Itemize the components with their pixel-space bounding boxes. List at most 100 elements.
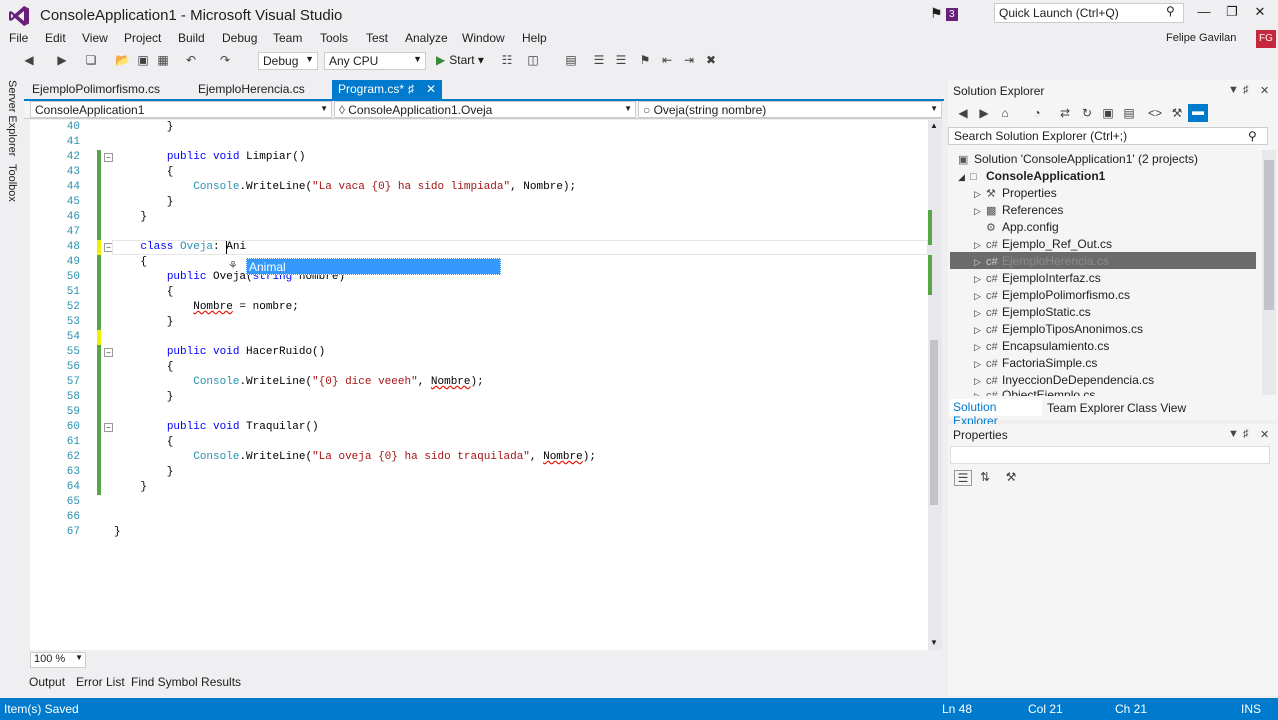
pane-options-icon[interactable]: ▼ — [1228, 84, 1239, 96]
tab-solution-explorer[interactable]: Solution Explorer — [950, 399, 1042, 428]
collapsed-arrow-icon[interactable]: ▷ — [974, 288, 986, 305]
bookmark-icon[interactable]: ⚑ — [638, 53, 652, 67]
tree-item-file[interactable]: ▷ c# ObjectEjemplo.cs — [974, 387, 1095, 396]
tree-item-file[interactable]: ▷ c# EjemploTiposAnonimos.cs — [974, 321, 1143, 338]
collapsed-arrow-icon[interactable]: ▷ — [974, 237, 986, 254]
menu-build[interactable]: Build — [178, 31, 205, 45]
tree-item-properties[interactable]: ▷ ⚒ Properties — [974, 185, 1057, 202]
menu-file[interactable]: File — [9, 31, 28, 45]
tree-item-file[interactable]: ▷ c# EjemploInterfaz.cs — [974, 270, 1101, 287]
tab-program-cs[interactable]: Program.cs* ♯ ✕ — [332, 80, 442, 99]
property-pages-icon[interactable]: ⚒ — [1004, 470, 1018, 484]
tree-project[interactable]: ◢ □ ConsoleApplication1 — [958, 168, 1105, 185]
collapsed-arrow-icon[interactable]: ▷ — [974, 322, 986, 339]
navigate-forward-icon[interactable]: ▶ — [55, 53, 69, 67]
tab-ejemplo-polimorfismo[interactable]: EjemploPolimorfismo.cs — [32, 82, 160, 96]
tree-item-file[interactable]: ▷ c# EjemploPolimorfismo.cs — [974, 287, 1130, 304]
tree-item-references[interactable]: ▷ ▩ References — [974, 202, 1063, 219]
notification-count-badge[interactable]: 3 — [946, 8, 958, 21]
properties-wrench-icon[interactable]: ⚒ — [1170, 106, 1184, 120]
zoom-level-select[interactable]: 100 % ▼ — [30, 652, 86, 668]
maximize-button[interactable]: ❐ — [1220, 4, 1244, 22]
clear-bookmarks-icon[interactable]: ✖ — [704, 53, 718, 67]
pending-changes-icon[interactable]: ◔ — [1030, 106, 1044, 120]
compare-icon[interactable]: ▤ — [564, 53, 578, 67]
close-pane-icon[interactable]: ✕ — [1260, 84, 1269, 97]
sync-icon[interactable]: ⇄ — [1058, 106, 1072, 120]
navigate-back-icon[interactable]: ◀ — [22, 53, 36, 67]
platform-select[interactable]: Any CPU ▼ — [324, 52, 426, 70]
menu-team[interactable]: Team — [273, 31, 302, 45]
intellisense-suggestion[interactable]: Animal — [246, 258, 501, 275]
collapsed-arrow-icon[interactable]: ▷ — [974, 186, 986, 203]
new-project-icon[interactable]: ❏ — [84, 53, 98, 67]
tree-item-file-selected[interactable]: ▷ c# EjemploHerencia.cs — [974, 253, 1109, 270]
server-explorer-tab[interactable]: Server Explorer — [6, 80, 18, 156]
tree-item-app-config[interactable]: ⚙ App.config — [974, 219, 1059, 236]
expanded-arrow-icon[interactable]: ◢ — [958, 169, 970, 186]
user-avatar[interactable]: FG — [1256, 30, 1276, 48]
menu-tools[interactable]: Tools — [320, 31, 348, 45]
save-all-icon[interactable]: ▦ — [156, 53, 170, 67]
tab-team-explorer[interactable]: Team Explorer — [1047, 401, 1124, 415]
uncomment-lines-icon[interactable]: ☰ — [614, 53, 628, 67]
tree-item-file[interactable]: ▷ c# Ejemplo_Ref_Out.cs — [974, 236, 1112, 253]
undo-icon[interactable]: ↶ — [184, 53, 198, 67]
forward-icon[interactable]: ▶ — [977, 106, 991, 120]
next-bookmark-icon[interactable]: ⇥ — [682, 53, 696, 67]
pin-icon[interactable]: ♯ — [1243, 428, 1249, 440]
redo-icon[interactable]: ↷ — [218, 53, 232, 67]
scroll-down-icon[interactable]: ▼ — [930, 638, 938, 647]
configuration-select[interactable]: Debug ▼ — [258, 52, 318, 70]
close-pane-icon[interactable]: ✕ — [1260, 428, 1269, 441]
pane-options-icon[interactable]: ▼ — [1228, 428, 1239, 440]
collapsed-arrow-icon[interactable]: ▷ — [974, 339, 986, 356]
tab-class-view[interactable]: Class View — [1127, 401, 1186, 415]
pin-icon[interactable]: ♯ — [408, 82, 414, 96]
editor-scroll-thumb[interactable] — [930, 340, 938, 505]
collapse-all-icon[interactable]: ▣ — [1101, 106, 1115, 120]
menu-window[interactable]: Window — [462, 31, 505, 45]
tab-ejemplo-herencia[interactable]: EjemploHerencia.cs — [198, 82, 305, 96]
menu-project[interactable]: Project — [124, 31, 161, 45]
quick-launch-input[interactable]: Quick Launch (Ctrl+Q) — [994, 3, 1184, 23]
code-editor[interactable]: − − − − 40 } 41 42 public void Limpiar()… — [30, 120, 928, 650]
tree-item-file[interactable]: ▷ c# FactoriaSimple.cs — [974, 355, 1097, 372]
menu-test[interactable]: Test — [366, 31, 388, 45]
tree-item-file[interactable]: ▷ c# EjemploStatic.cs — [974, 304, 1091, 321]
collapsed-arrow-icon[interactable]: ▷ — [974, 388, 986, 396]
collapsed-arrow-icon[interactable]: ▷ — [974, 271, 986, 288]
collapsed-arrow-icon[interactable]: ▷ — [974, 356, 986, 373]
tree-item-file[interactable]: ▷ c# Encapsulamiento.cs — [974, 338, 1109, 355]
close-tab-icon[interactable]: ✕ — [426, 82, 436, 96]
show-all-files-icon[interactable]: ▤ — [1122, 106, 1136, 120]
menu-debug[interactable]: Debug — [222, 31, 257, 45]
save-icon[interactable]: ▣ — [136, 53, 150, 67]
find-in-files-icon[interactable]: ◫ — [526, 53, 540, 67]
pin-icon[interactable]: ♯ — [1243, 84, 1249, 96]
view-code-icon[interactable]: <> — [1148, 106, 1162, 120]
toolbox-tab[interactable]: Toolbox — [6, 164, 18, 202]
preview-selected-icon[interactable]: ▬ — [1188, 104, 1208, 122]
solution-explorer-scroll-thumb[interactable] — [1264, 160, 1274, 310]
user-name[interactable]: Felipe Gavilan — [1166, 32, 1236, 44]
minimize-button[interactable]: — — [1192, 4, 1216, 22]
menu-edit[interactable]: Edit — [45, 31, 66, 45]
open-file-icon[interactable]: 📂 — [115, 53, 130, 67]
menu-view[interactable]: View — [82, 31, 108, 45]
comment-lines-icon[interactable]: ☰ — [592, 53, 606, 67]
scroll-up-icon[interactable]: ▲ — [930, 121, 938, 130]
categorized-icon[interactable]: ☰ — [954, 470, 972, 486]
tab-output[interactable]: Output — [29, 675, 65, 689]
member-dropdown[interactable]: ○ Oveja(string nombre) ▼ — [638, 101, 942, 118]
home-icon[interactable]: ⌂ — [998, 106, 1012, 120]
solution-explorer-search-input[interactable]: Search Solution Explorer (Ctrl+;) — [948, 127, 1268, 145]
tree-solution[interactable]: ▣ Solution 'ConsoleApplication1' (2 proje… — [958, 151, 1198, 168]
previous-bookmark-icon[interactable]: ⇤ — [660, 53, 674, 67]
refresh-icon[interactable]: ↻ — [1080, 106, 1094, 120]
attach-icon[interactable]: ☷ — [500, 53, 514, 67]
search-icon[interactable]: ⚲ — [1166, 4, 1175, 18]
menu-analyze[interactable]: Analyze — [405, 31, 448, 45]
properties-object-select[interactable] — [950, 446, 1270, 464]
tab-error-list[interactable]: Error List — [76, 675, 125, 689]
